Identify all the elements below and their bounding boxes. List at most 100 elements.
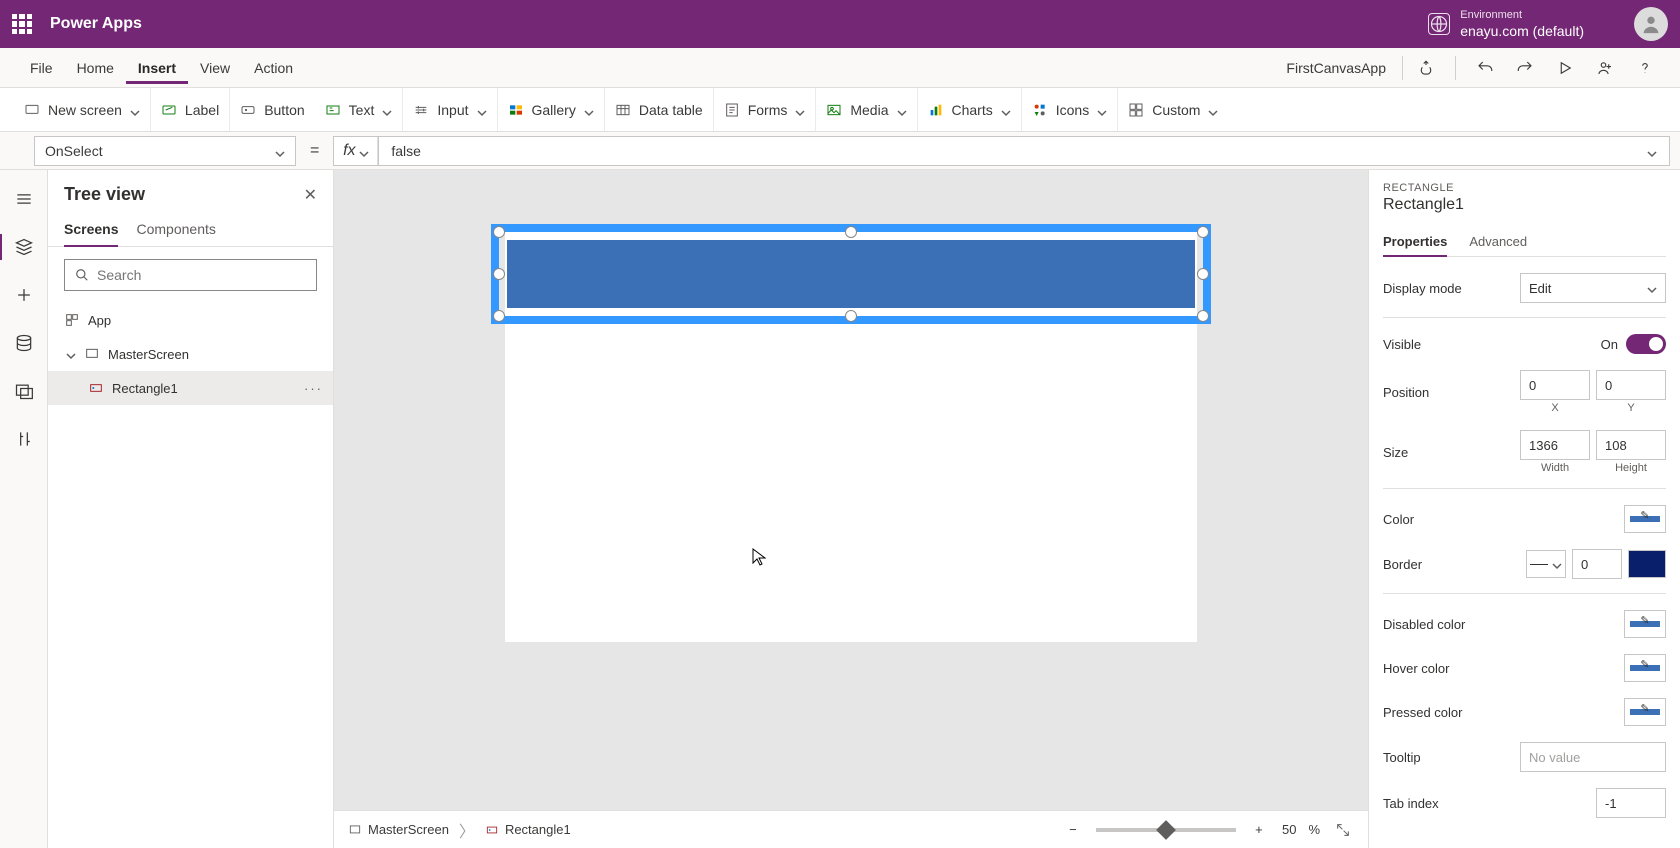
menu-bar: File Home Insert View Action FirstCanvas… — [0, 48, 1680, 88]
media-panel-icon[interactable] — [7, 374, 41, 408]
zoom-slider[interactable] — [1096, 828, 1236, 832]
chevron-down-icon — [130, 105, 140, 115]
screen-icon — [84, 346, 100, 362]
zoom-value: 50 — [1282, 822, 1296, 837]
text-dropdown[interactable]: Text — [315, 88, 404, 131]
border-width-input[interactable]: 0 — [1572, 549, 1622, 579]
property-selector[interactable]: OnSelect — [34, 136, 296, 166]
icons-dropdown[interactable]: Icons — [1022, 88, 1118, 131]
input-dropdown[interactable]: Input — [403, 88, 497, 131]
zoom-out-button[interactable]: − — [1062, 819, 1084, 841]
menu-view[interactable]: View — [188, 52, 242, 84]
height-input[interactable]: 108 — [1596, 430, 1666, 460]
tab-components[interactable]: Components — [136, 213, 215, 246]
hover-color-swatch[interactable]: ✎ — [1624, 654, 1666, 682]
canvas-screen[interactable] — [505, 230, 1197, 642]
custom-label: Custom — [1152, 102, 1200, 118]
pressed-color-swatch[interactable]: ✎ — [1624, 698, 1666, 726]
environment-label: Environment — [1460, 8, 1584, 22]
help-icon[interactable] — [1628, 51, 1662, 85]
close-icon[interactable]: ✕ — [304, 185, 317, 205]
undo-icon[interactable] — [1468, 51, 1502, 85]
pressed-color-label: Pressed color — [1383, 705, 1462, 720]
play-icon[interactable] — [1548, 51, 1582, 85]
visible-label: Visible — [1383, 337, 1421, 352]
breadcrumb-item[interactable]: Rectangle1 — [485, 822, 571, 837]
position-x-input[interactable]: 0 — [1520, 370, 1590, 400]
app-name[interactable]: FirstCanvasApp — [1286, 60, 1386, 76]
tree-screen-label: MasterScreen — [108, 347, 189, 362]
property-name: OnSelect — [45, 143, 103, 159]
fit-screen-icon[interactable] — [1332, 819, 1354, 841]
zoom-in-button[interactable]: + — [1248, 819, 1270, 841]
ribbon: New screen Label Button Text Input Galle… — [0, 88, 1680, 132]
cursor-icon — [752, 548, 766, 566]
tree-app-node[interactable]: App — [48, 303, 333, 337]
border-style-select[interactable] — [1526, 550, 1566, 578]
tooltip-label: Tooltip — [1383, 750, 1421, 765]
tree-screen-node[interactable]: MasterScreen — [48, 337, 333, 371]
share-icon[interactable] — [1588, 51, 1622, 85]
more-icon[interactable]: ··· — [304, 381, 323, 396]
forms-dropdown[interactable]: Forms — [714, 88, 817, 131]
app-icon — [64, 312, 80, 328]
menu-action[interactable]: Action — [242, 52, 305, 84]
data-table-button[interactable]: Data table — [605, 88, 714, 131]
display-mode-select[interactable]: Edit — [1520, 273, 1666, 303]
gallery-dropdown[interactable]: Gallery — [498, 88, 605, 131]
label-button[interactable]: Label — [151, 88, 230, 131]
environment-picker[interactable]: Environment enayu.com (default) — [1428, 8, 1584, 40]
breadcrumb-screen[interactable]: MasterScreen — [348, 822, 449, 837]
button-button[interactable]: Button — [230, 88, 314, 131]
breadcrumb-separator: 〉 — [459, 818, 475, 842]
selected-rectangle[interactable] — [491, 224, 1211, 324]
position-y-input[interactable]: 0 — [1596, 370, 1666, 400]
chevron-down-icon[interactable] — [66, 349, 76, 359]
data-icon[interactable] — [7, 326, 41, 360]
width-input[interactable]: 1366 — [1520, 430, 1590, 460]
rectangle-icon — [88, 380, 104, 396]
menu-insert[interactable]: Insert — [126, 52, 188, 84]
tabindex-label: Tab index — [1383, 796, 1439, 811]
media-dropdown[interactable]: Media — [816, 88, 917, 131]
color-swatch[interactable]: ✎ — [1624, 505, 1666, 533]
x-label: X — [1520, 402, 1590, 414]
tabindex-input[interactable]: -1 — [1596, 788, 1666, 818]
search-input[interactable] — [97, 267, 306, 283]
tree-view-icon[interactable] — [7, 230, 41, 264]
formula-input[interactable]: false — [379, 136, 1670, 166]
formula-expand-icon[interactable] — [1647, 146, 1657, 156]
tab-screens[interactable]: Screens — [64, 213, 118, 247]
hamburger-icon[interactable] — [7, 182, 41, 216]
control-name[interactable]: Rectangle1 — [1383, 196, 1666, 214]
menu-file[interactable]: File — [18, 52, 65, 84]
disabled-color-swatch[interactable]: ✎ — [1624, 610, 1666, 638]
border-color-swatch[interactable] — [1628, 550, 1666, 578]
redo-icon[interactable] — [1508, 51, 1542, 85]
environment-name: enayu.com (default) — [1460, 22, 1584, 40]
tree-search[interactable] — [64, 259, 317, 291]
hover-color-label: Hover color — [1383, 661, 1449, 676]
tab-properties[interactable]: Properties — [1383, 228, 1447, 257]
menu-home[interactable]: Home — [65, 52, 126, 84]
custom-dropdown[interactable]: Custom — [1118, 88, 1228, 131]
new-screen-button[interactable]: New screen — [14, 88, 151, 131]
position-label: Position — [1383, 385, 1429, 400]
border-label: Border — [1383, 557, 1422, 572]
fx-button[interactable]: fx — [333, 136, 379, 166]
app-launcher-icon[interactable] — [12, 14, 32, 34]
advanced-tools-icon[interactable] — [7, 422, 41, 456]
charts-dropdown[interactable]: Charts — [918, 88, 1022, 131]
forms-label: Forms — [748, 102, 788, 118]
insert-icon[interactable] — [7, 278, 41, 312]
visible-toggle[interactable] — [1626, 334, 1666, 354]
tooltip-input[interactable]: No value — [1520, 742, 1666, 772]
app-checker-icon[interactable] — [1409, 51, 1443, 85]
input-label: Input — [437, 102, 468, 118]
left-rail — [0, 170, 48, 848]
equals-sign: = — [306, 142, 323, 160]
tree-rectangle-node[interactable]: Rectangle1 ··· — [48, 371, 333, 405]
user-avatar[interactable] — [1634, 7, 1668, 41]
width-label: Width — [1520, 462, 1590, 474]
tab-advanced[interactable]: Advanced — [1469, 228, 1527, 256]
